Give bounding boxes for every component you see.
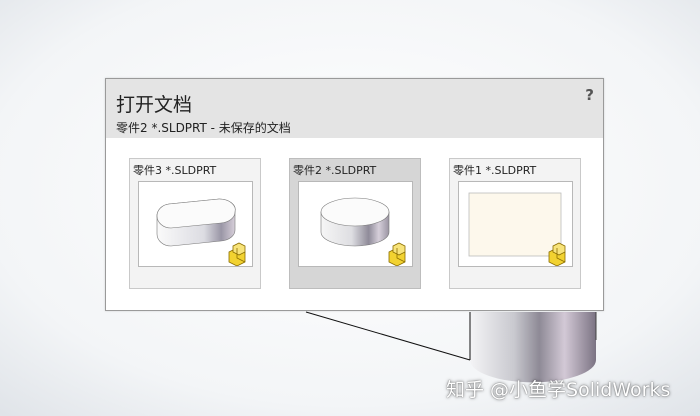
background-cylinder-side (470, 312, 596, 383)
document-thumbnail (458, 181, 573, 267)
document-card-part1[interactable]: 零件1 *.SLDPRT (449, 158, 581, 289)
dialog-title: 打开文档 (116, 94, 193, 116)
document-card-part3[interactable]: 零件3 *.SLDPRT (129, 158, 261, 289)
watermark-text: 知乎 @小鱼学SolidWorks (446, 379, 671, 401)
document-card-label: 零件2 *.SLDPRT (293, 164, 377, 177)
dialog-subtitle: 零件2 *.SLDPRT - 未保存的文档 (116, 121, 291, 135)
help-button[interactable]: ? (585, 86, 594, 104)
sketch-plane-thumbnail-icon (468, 192, 562, 257)
document-card-label: 零件1 *.SLDPRT (453, 164, 537, 177)
dialog-header: 打开文档 零件2 *.SLDPRT - 未保存的文档 ? (106, 79, 603, 138)
solidworks-part-icon (388, 242, 406, 266)
document-card-part2[interactable]: 零件2 *.SLDPRT (289, 158, 421, 289)
solidworks-part-icon (228, 242, 246, 266)
rounded-slot-part-thumbnail-icon (156, 198, 236, 247)
cylinder-part-thumbnail-icon (320, 197, 390, 247)
document-card-label: 零件3 *.SLDPRT (133, 164, 217, 177)
open-documents-dialog: 打开文档 零件2 *.SLDPRT - 未保存的文档 ? 零件3 *.SLDPR… (105, 78, 604, 311)
document-thumbnail (298, 181, 413, 267)
document-thumbnail (138, 181, 253, 267)
